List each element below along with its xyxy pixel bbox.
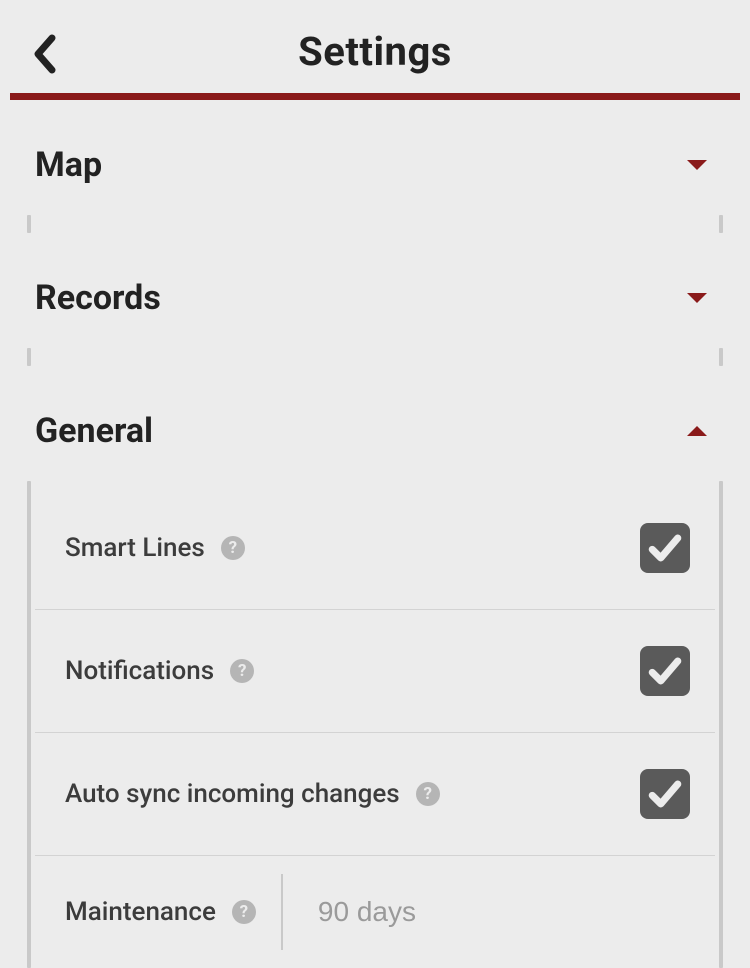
caret-up-icon — [687, 426, 707, 436]
check-icon — [648, 777, 682, 811]
back-button[interactable] — [20, 30, 68, 78]
setting-row-notifications: Notifications ? — [35, 610, 715, 733]
section-border-marks — [27, 348, 723, 366]
section-border-marks — [27, 215, 723, 233]
help-icon[interactable]: ? — [416, 782, 440, 806]
setting-row-auto-sync: Auto sync incoming changes ? — [35, 733, 715, 856]
caret-down-icon — [687, 160, 707, 170]
header: Settings — [10, 0, 740, 100]
help-icon[interactable]: ? — [232, 900, 256, 924]
check-icon — [648, 654, 682, 688]
section-header-map[interactable]: Map — [35, 100, 715, 215]
checkbox-auto-sync[interactable] — [640, 769, 690, 819]
section-general: General Smart Lines ? Notifications ? — [0, 366, 750, 968]
checkbox-smart-lines[interactable] — [640, 523, 690, 573]
section-header-records[interactable]: Records — [35, 233, 715, 348]
setting-label: Smart Lines — [65, 533, 205, 563]
section-title-records: Records — [35, 278, 161, 318]
help-icon[interactable]: ? — [221, 536, 245, 560]
setting-row-maintenance: Maintenance ? — [35, 856, 715, 968]
chevron-left-icon — [30, 34, 58, 74]
setting-label: Auto sync incoming changes — [65, 779, 400, 809]
setting-label: Maintenance — [65, 897, 216, 927]
section-map: Map — [0, 100, 750, 233]
maintenance-input[interactable] — [318, 896, 690, 928]
setting-row-smart-lines: Smart Lines ? — [35, 481, 715, 610]
caret-down-icon — [687, 293, 707, 303]
general-settings-body: Smart Lines ? Notifications ? Au — [27, 481, 723, 968]
section-records: Records — [0, 233, 750, 366]
check-icon — [648, 531, 682, 565]
setting-label: Notifications — [65, 656, 214, 686]
section-header-general[interactable]: General — [35, 366, 715, 481]
section-title-general: General — [35, 411, 153, 451]
checkbox-notifications[interactable] — [640, 646, 690, 696]
section-title-map: Map — [35, 145, 102, 185]
help-icon[interactable]: ? — [230, 659, 254, 683]
page-title: Settings — [30, 28, 720, 75]
